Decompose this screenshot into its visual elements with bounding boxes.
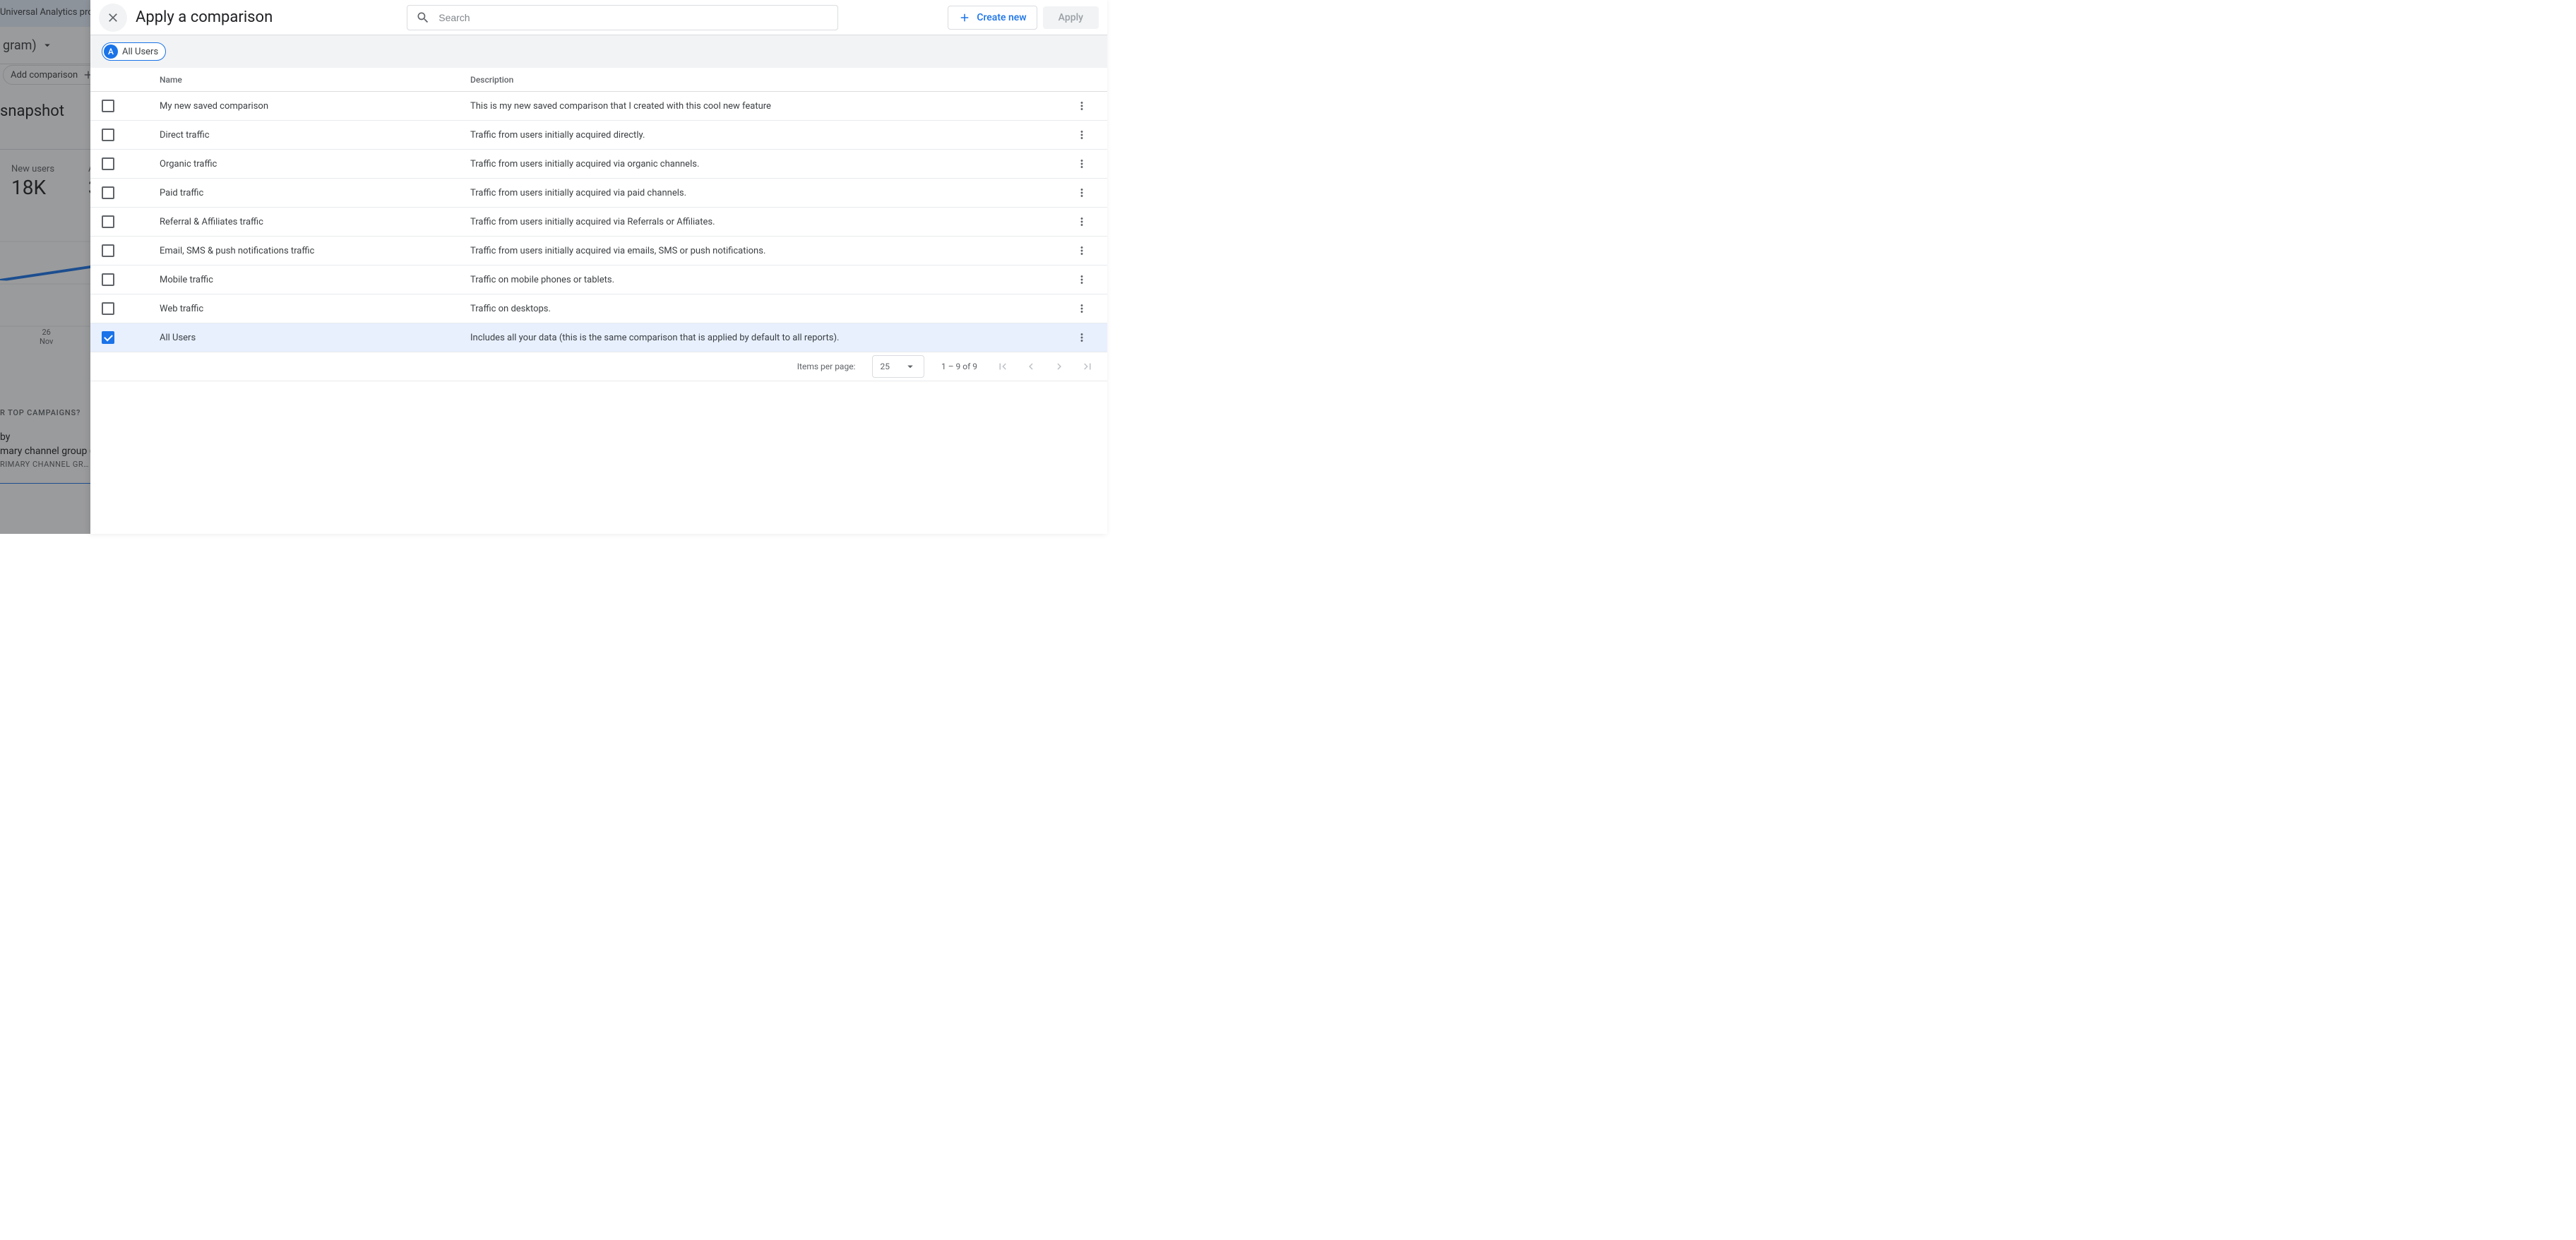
more-vert-icon [1075,100,1088,112]
table-body: My new saved comparison This is my new s… [90,92,1107,352]
row-checkbox[interactable] [102,244,114,257]
row-menu-button[interactable] [1073,242,1090,259]
next-page-button[interactable] [1051,358,1068,375]
row-checkbox[interactable] [102,215,114,228]
more-vert-icon [1075,129,1088,141]
row-checkbox[interactable] [102,100,114,112]
row-menu-button[interactable] [1073,97,1090,114]
items-per-page-value: 25 [880,362,890,371]
row-menu-button[interactable] [1073,184,1090,201]
chevron-right-icon [1053,360,1066,373]
table-row[interactable]: Web traffic Traffic on desktops. [90,294,1107,323]
search-icon [416,11,430,25]
row-checkbox[interactable] [102,273,114,286]
row-name: Web traffic [160,304,470,314]
more-vert-icon [1075,157,1088,170]
chevron-down-icon [904,360,917,373]
row-description: Traffic from users initially acquired vi… [470,246,1068,256]
row-description: This is my new saved comparison that I c… [470,101,1068,112]
create-new-label: Create new [977,12,1026,23]
modal-title: Apply a comparison [136,8,273,26]
chip-avatar: A [104,44,118,59]
chevron-left-icon [1025,360,1037,373]
chip-label: All Users [122,47,158,57]
modal-header: Apply a comparison Create new Apply [90,0,1107,35]
plus-icon [958,11,971,24]
comparison-chip-all-users[interactable]: A All Users [102,42,166,61]
first-page-icon [996,360,1009,373]
row-description: Includes all your data (this is the same… [470,333,1068,343]
last-page-icon [1081,360,1094,373]
header-actions: Create new Apply [948,6,1099,30]
row-checkbox[interactable] [102,331,114,344]
row-name: My new saved comparison [160,101,470,112]
pagination-range: 1 – 9 of 9 [941,362,977,371]
row-name: Email, SMS & push notifications traffic [160,246,470,256]
more-vert-icon [1075,302,1088,315]
last-page-button[interactable] [1079,358,1096,375]
row-name: Mobile traffic [160,275,470,285]
row-description: Traffic from users initially acquired di… [470,130,1068,141]
row-checkbox[interactable] [102,157,114,170]
row-menu-button[interactable] [1073,126,1090,143]
row-description: Traffic on desktops. [470,304,1068,314]
more-vert-icon [1075,186,1088,199]
search-box[interactable] [407,5,838,30]
table-row[interactable]: My new saved comparison This is my new s… [90,92,1107,121]
row-menu-button[interactable] [1073,271,1090,288]
close-button[interactable] [99,4,127,32]
table-row[interactable]: Mobile traffic Traffic on mobile phones … [90,266,1107,294]
table-row[interactable]: Email, SMS & push notifications traffic … [90,237,1107,266]
row-description: Traffic from users initially acquired vi… [470,217,1068,227]
row-name: Referral & Affiliates traffic [160,217,470,227]
table-header: Name Description [90,68,1107,92]
row-checkbox[interactable] [102,129,114,141]
comparison-modal: Apply a comparison Create new Apply A Al… [90,0,1107,534]
row-menu-button[interactable] [1073,300,1090,317]
table-row[interactable]: Paid traffic Traffic from users initiall… [90,179,1107,208]
table-row[interactable]: Direct traffic Traffic from users initia… [90,121,1107,150]
row-menu-button[interactable] [1073,155,1090,172]
filter-chip-row: A All Users [90,35,1107,68]
first-page-button[interactable] [994,358,1011,375]
row-checkbox[interactable] [102,302,114,315]
pagination-nav [994,358,1096,375]
close-icon [106,11,120,25]
prev-page-button[interactable] [1022,358,1039,375]
items-per-page-label: Items per page: [797,362,856,371]
pagination: Items per page: 25 1 – 9 of 9 [90,352,1107,381]
row-description: Traffic from users initially acquired vi… [470,188,1068,198]
more-vert-icon [1075,273,1088,286]
row-description: Traffic from users initially acquired vi… [470,159,1068,169]
table-row[interactable]: Organic traffic Traffic from users initi… [90,150,1107,179]
table-row[interactable]: Referral & Affiliates traffic Traffic fr… [90,208,1107,237]
items-per-page-select[interactable]: 25 [872,355,924,378]
table-row[interactable]: All Users Includes all your data (this i… [90,323,1107,352]
more-vert-icon [1075,215,1088,228]
row-name: Paid traffic [160,188,470,198]
row-name: Direct traffic [160,130,470,141]
row-name: Organic traffic [160,159,470,169]
row-description: Traffic on mobile phones or tablets. [470,275,1068,285]
row-name: All Users [160,333,470,343]
apply-button[interactable]: Apply [1043,6,1099,29]
col-name-header[interactable]: Name [160,75,470,85]
more-vert-icon [1075,244,1088,257]
create-new-button[interactable]: Create new [948,6,1037,30]
comparison-table: Name Description My new saved comparison… [90,68,1107,534]
search-input[interactable] [439,12,829,23]
col-desc-header[interactable]: Description [470,75,1068,85]
row-checkbox[interactable] [102,186,114,199]
more-vert-icon [1075,331,1088,344]
row-menu-button[interactable] [1073,329,1090,346]
row-menu-button[interactable] [1073,213,1090,230]
